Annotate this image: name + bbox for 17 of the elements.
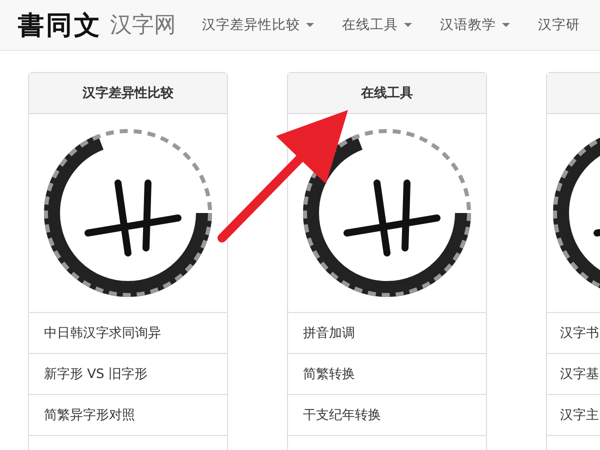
nav-menu-item[interactable]: 汉语教学 <box>426 16 524 34</box>
nav-menu-item[interactable]: 汉字研 <box>524 16 594 34</box>
card-link[interactable]: 简繁转换 <box>288 354 486 395</box>
nav-menu-item[interactable]: 在线工具 <box>328 16 426 34</box>
calligraphy-logo[interactable]: 書同文 <box>18 8 102 42</box>
card-link[interactable]: 新字形 VS 旧字形 <box>29 354 227 395</box>
card-link[interactable]: 汉字主 <box>547 395 600 436</box>
card-title: 在线工具 <box>361 85 413 102</box>
card-link[interactable]: 汉字书 <box>547 313 600 354</box>
card-link[interactable]: 中日韩汉字求同询异 <box>29 313 227 354</box>
card-link[interactable]: 干支纪年转换 <box>288 395 486 436</box>
nav-menu-item[interactable]: 汉字差异性比较 <box>188 16 328 34</box>
card-title: 汉字差异性比较 <box>82 84 174 102</box>
card-link[interactable]: 汉字基 <box>547 354 600 395</box>
site-name[interactable]: 汉字网 <box>110 10 176 40</box>
card-link[interactable]: 简繁异字形对照 <box>29 395 227 436</box>
card-link[interactable]: 拼音加调 <box>288 313 486 354</box>
